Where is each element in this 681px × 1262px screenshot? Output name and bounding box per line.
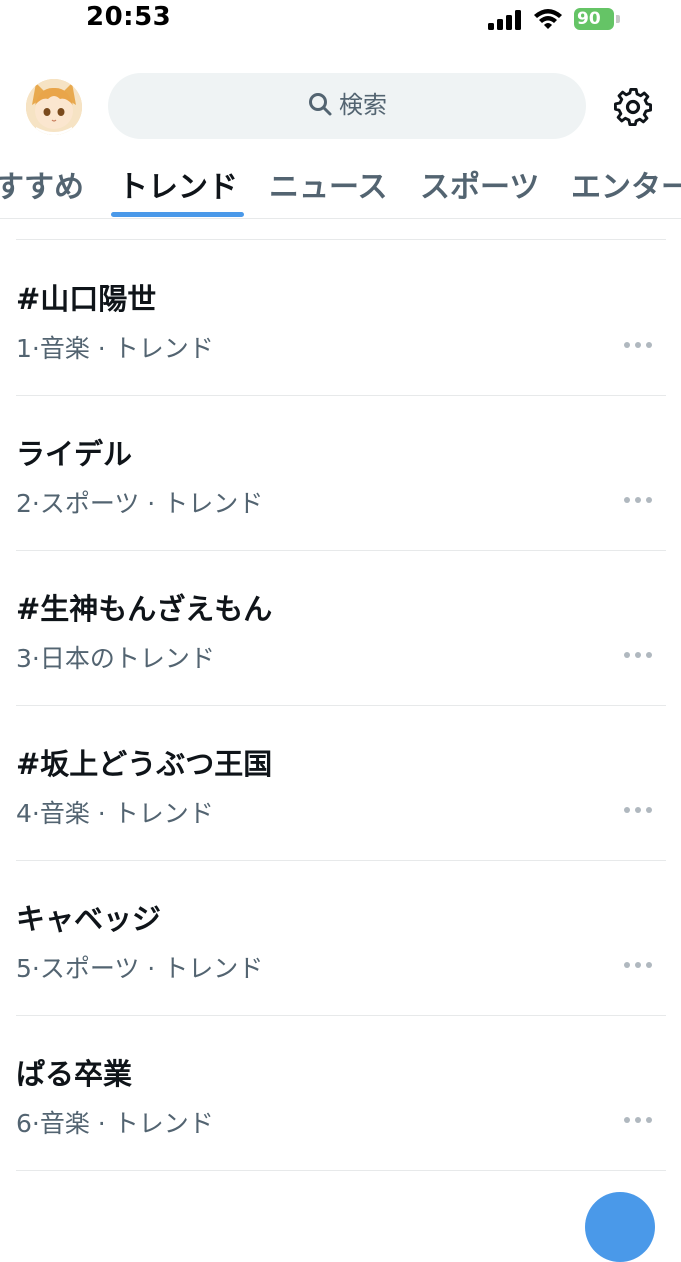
battery-icon: 90 <box>574 8 622 30</box>
settings-gear-icon[interactable] <box>612 86 654 128</box>
more-options-icon[interactable] <box>624 960 654 970</box>
tab-entertainment[interactable]: エンター <box>571 162 681 206</box>
divider <box>16 1170 666 1171</box>
top-header: 検索 <box>0 62 681 152</box>
more-options-icon[interactable] <box>624 650 654 660</box>
trend-meta: 2·スポーツ · トレンド <box>16 489 264 518</box>
avatar[interactable] <box>26 79 82 135</box>
trend-title: ライデル <box>16 437 133 471</box>
tab-active-indicator <box>111 212 244 217</box>
compose-button[interactable] <box>585 1192 655 1262</box>
tab-sports[interactable]: スポーツ <box>420 162 539 206</box>
trend-meta: 1·音楽 · トレンド <box>16 334 214 363</box>
more-options-icon[interactable] <box>624 495 654 505</box>
search-input[interactable]: 検索 <box>108 73 586 139</box>
more-options-icon[interactable] <box>624 1115 654 1125</box>
trend-title: キャベッジ <box>16 902 162 936</box>
wifi-icon <box>534 9 562 29</box>
trend-item[interactable]: #生神もんざえもん 3·日本のトレンド <box>0 550 681 706</box>
trend-meta: 6·音楽 · トレンド <box>16 1109 214 1138</box>
trend-item[interactable]: ライデル 2·スポーツ · トレンド <box>0 395 681 551</box>
tab-trending[interactable]: トレンド <box>118 162 238 206</box>
tab-bar: すすめ トレンド ニュース スポーツ エンター <box>0 152 681 219</box>
battery-level: 90 <box>577 9 601 29</box>
more-options-icon[interactable] <box>624 805 654 815</box>
search-icon <box>309 92 332 115</box>
tab-news[interactable]: ニュース <box>269 162 388 206</box>
status-bar: 20:53 90 <box>0 0 681 44</box>
trend-title: ぱる卒業 <box>16 1057 133 1091</box>
trend-item[interactable]: ぱる卒業 6·音楽 · トレンド <box>0 1015 681 1171</box>
trend-item[interactable]: キャベッジ 5·スポーツ · トレンド <box>0 860 681 1016</box>
trend-meta: 5·スポーツ · トレンド <box>16 954 264 983</box>
trend-title: #坂上どうぶつ王国 <box>16 747 273 781</box>
trend-meta: 3·日本のトレンド <box>16 644 215 673</box>
trend-item[interactable]: #山口陽世 1·音楽 · トレンド <box>0 240 681 396</box>
avatar-image <box>26 79 82 135</box>
trend-item[interactable]: #坂上どうぶつ王国 4·音楽 · トレンド <box>0 705 681 861</box>
tab-recommended[interactable]: すすめ <box>0 162 84 206</box>
trend-title: #山口陽世 <box>16 282 157 316</box>
trend-title: #生神もんざえもん <box>16 592 273 626</box>
trend-meta: 4·音楽 · トレンド <box>16 799 214 828</box>
cellular-signal-icon <box>488 10 521 30</box>
search-placeholder: 検索 <box>339 90 387 119</box>
status-time: 20:53 <box>86 2 172 32</box>
more-options-icon[interactable] <box>624 340 654 350</box>
